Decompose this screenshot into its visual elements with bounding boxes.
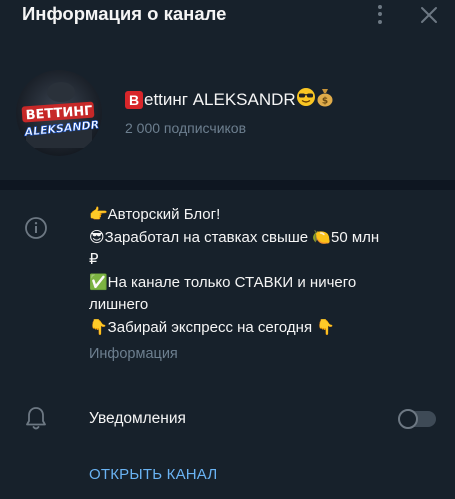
description-line: 😎Заработал на ставках свыше 🍋50 млн — [89, 228, 380, 246]
money-bag-emoji-icon: $ — [316, 87, 334, 112]
close-icon[interactable] — [414, 0, 444, 30]
svg-text:$: $ — [322, 97, 328, 107]
b-button-emoji-icon: B — [125, 90, 143, 109]
description-line: лишнего — [89, 296, 149, 313]
notifications-toggle[interactable] — [398, 409, 436, 429]
channel-profile: BETTИНГ ALEKSANDR B ettинг ALEKSANDR $ 2… — [0, 58, 455, 158]
description-line: ₽ — [89, 251, 99, 268]
channel-name-text: ettинг ALEKSANDR — [144, 89, 296, 109]
open-channel-button[interactable]: ОТКРЫТЬ КАНАЛ — [89, 466, 217, 483]
description-line: ✅На канале только СТАВКИ и ничего — [89, 273, 357, 291]
toggle-knob — [398, 409, 418, 429]
more-vertical-icon[interactable] — [366, 1, 394, 27]
notifications-label: Уведомления — [89, 410, 186, 427]
channel-avatar[interactable]: BETTИНГ ALEKSANDR — [16, 70, 102, 156]
sunglasses-emoji-icon — [296, 87, 316, 112]
description-label: Информация — [89, 346, 178, 362]
description-line: 👇Забирай экспресс на сегодня 👇 — [89, 318, 335, 336]
channel-name: B ettинг ALEKSANDR $ — [125, 87, 334, 112]
dialog-title: Информация о канале — [22, 3, 227, 24]
section-divider — [0, 180, 455, 190]
description-line: 👉Авторский Блог! — [89, 206, 221, 223]
dialog-header: Информация о канале — [0, 0, 455, 30]
subscriber-count: 2 000 подписчиков — [125, 120, 247, 136]
info-icon — [24, 216, 48, 240]
bell-icon — [24, 405, 48, 433]
channel-description: 👉Авторский Блог! 😎Заработал на ставках с… — [89, 204, 409, 339]
